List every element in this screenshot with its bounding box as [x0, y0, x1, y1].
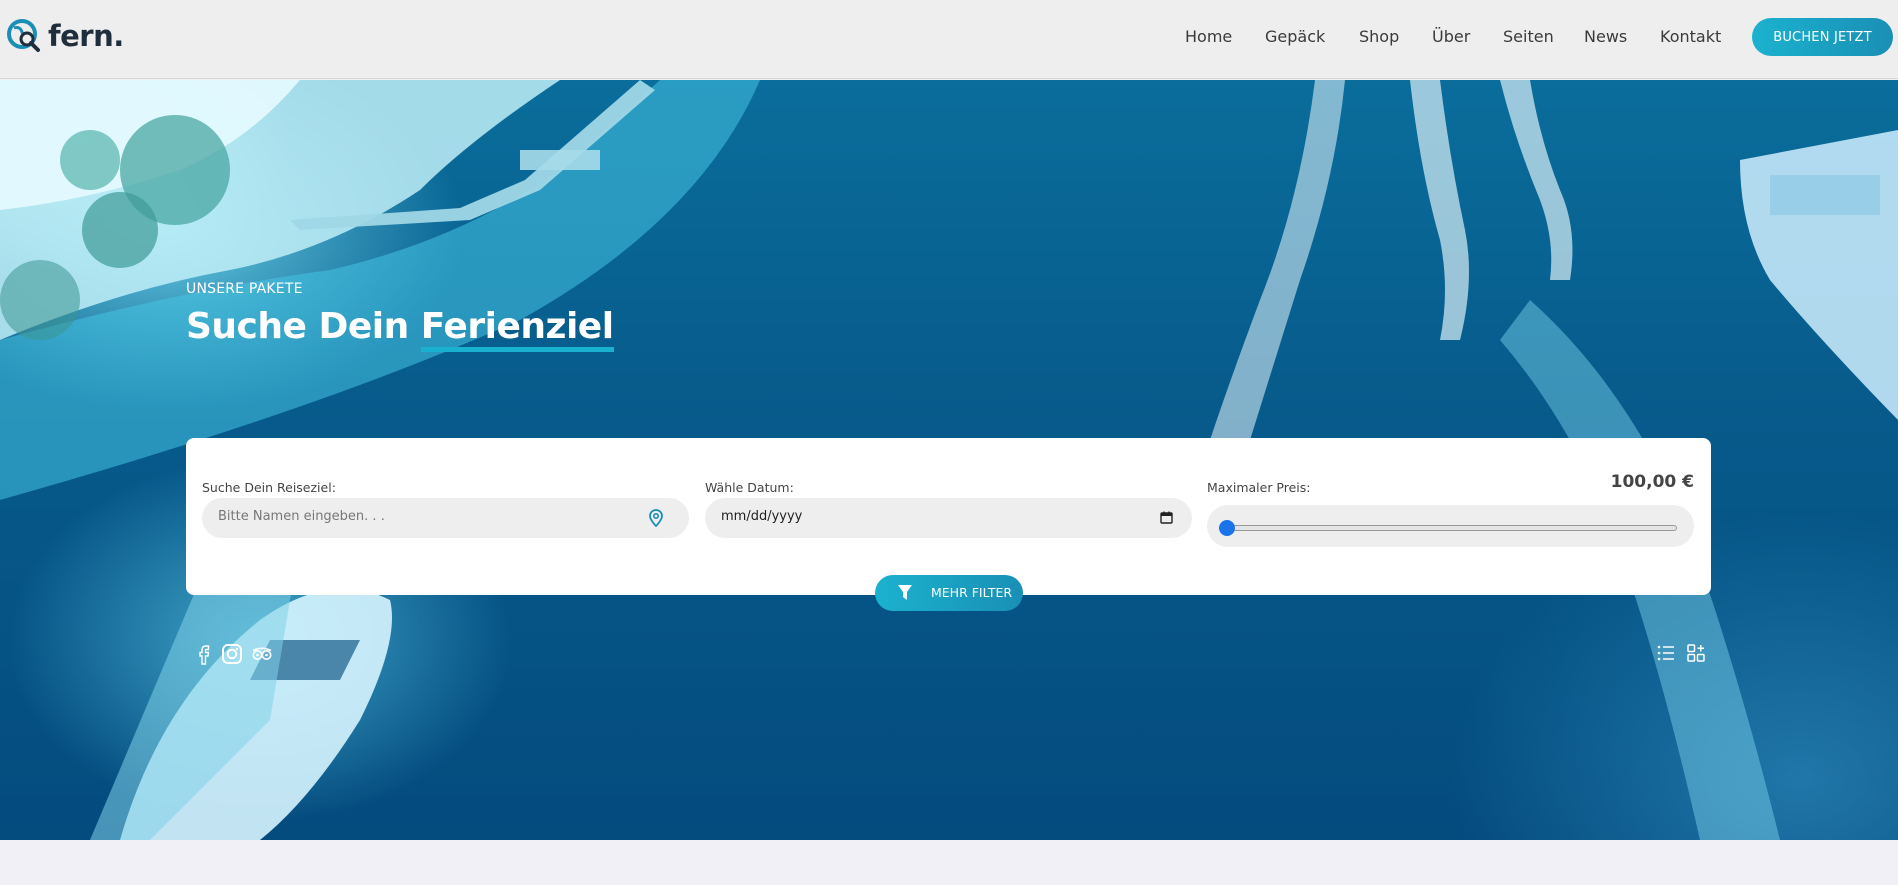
more-filters-button[interactable]: MEHR FILTER — [875, 575, 1023, 611]
nav-item-kontakt[interactable]: Kontakt — [1660, 24, 1721, 50]
price-label: Maximaler Preis: — [1207, 480, 1311, 495]
destination-label: Suche Dein Reiseziel: — [202, 480, 336, 495]
map-pin-icon — [649, 509, 663, 527]
content-area — [0, 840, 1898, 885]
nav-item-news[interactable]: News — [1584, 24, 1627, 50]
search-panel: Suche Dein Reiseziel: Bitte Namen eingeb… — [186, 438, 1711, 595]
date-value: mm/dd/yyyy — [721, 509, 803, 524]
price-slider-track[interactable] — [1225, 525, 1677, 531]
price-value: 100,00 € — [1610, 472, 1694, 492]
brand-logo[interactable]: fern. — [6, 16, 124, 56]
list-view-icon[interactable] — [1656, 643, 1676, 663]
filter-icon — [898, 585, 912, 600]
site-header: fern. Home Gepäck Shop Über Seiten News … — [0, 0, 1898, 79]
price-slider[interactable] — [1207, 505, 1694, 547]
nav-item-gepaeck[interactable]: Gepäck — [1265, 24, 1325, 50]
brand-name: fern. — [48, 19, 124, 53]
facebook-icon[interactable] — [193, 643, 215, 665]
hero-title-prefix: Suche Dein — [186, 306, 409, 347]
date-label: Wähle Datum: — [705, 480, 794, 495]
book-now-button[interactable]: BUCHEN JETZT — [1752, 18, 1893, 56]
hero-title: Suche Dein Ferienziel — [186, 306, 614, 352]
more-filters-label: MEHR FILTER — [931, 585, 1013, 600]
grid-view-icon[interactable] — [1686, 643, 1706, 663]
calendar-icon[interactable] — [1160, 511, 1173, 524]
hero-title-highlight: Ferienziel — [420, 306, 614, 352]
destination-placeholder: Bitte Namen eingeben. . . — [218, 509, 385, 524]
tripadvisor-icon[interactable] — [251, 643, 273, 665]
destination-input[interactable]: Bitte Namen eingeben. . . — [202, 498, 689, 538]
nav-item-home[interactable]: Home — [1185, 24, 1232, 50]
globe-search-icon — [7, 19, 40, 52]
nav-item-ueber[interactable]: Über — [1432, 24, 1470, 50]
date-input[interactable]: mm/dd/yyyy — [705, 498, 1192, 538]
price-slider-thumb[interactable] — [1219, 520, 1235, 536]
hero-kicker: UNSERE PAKETE — [186, 281, 303, 297]
instagram-icon[interactable] — [221, 643, 243, 665]
nav-item-seiten[interactable]: Seiten — [1503, 24, 1554, 50]
nav-item-shop[interactable]: Shop — [1359, 24, 1399, 50]
